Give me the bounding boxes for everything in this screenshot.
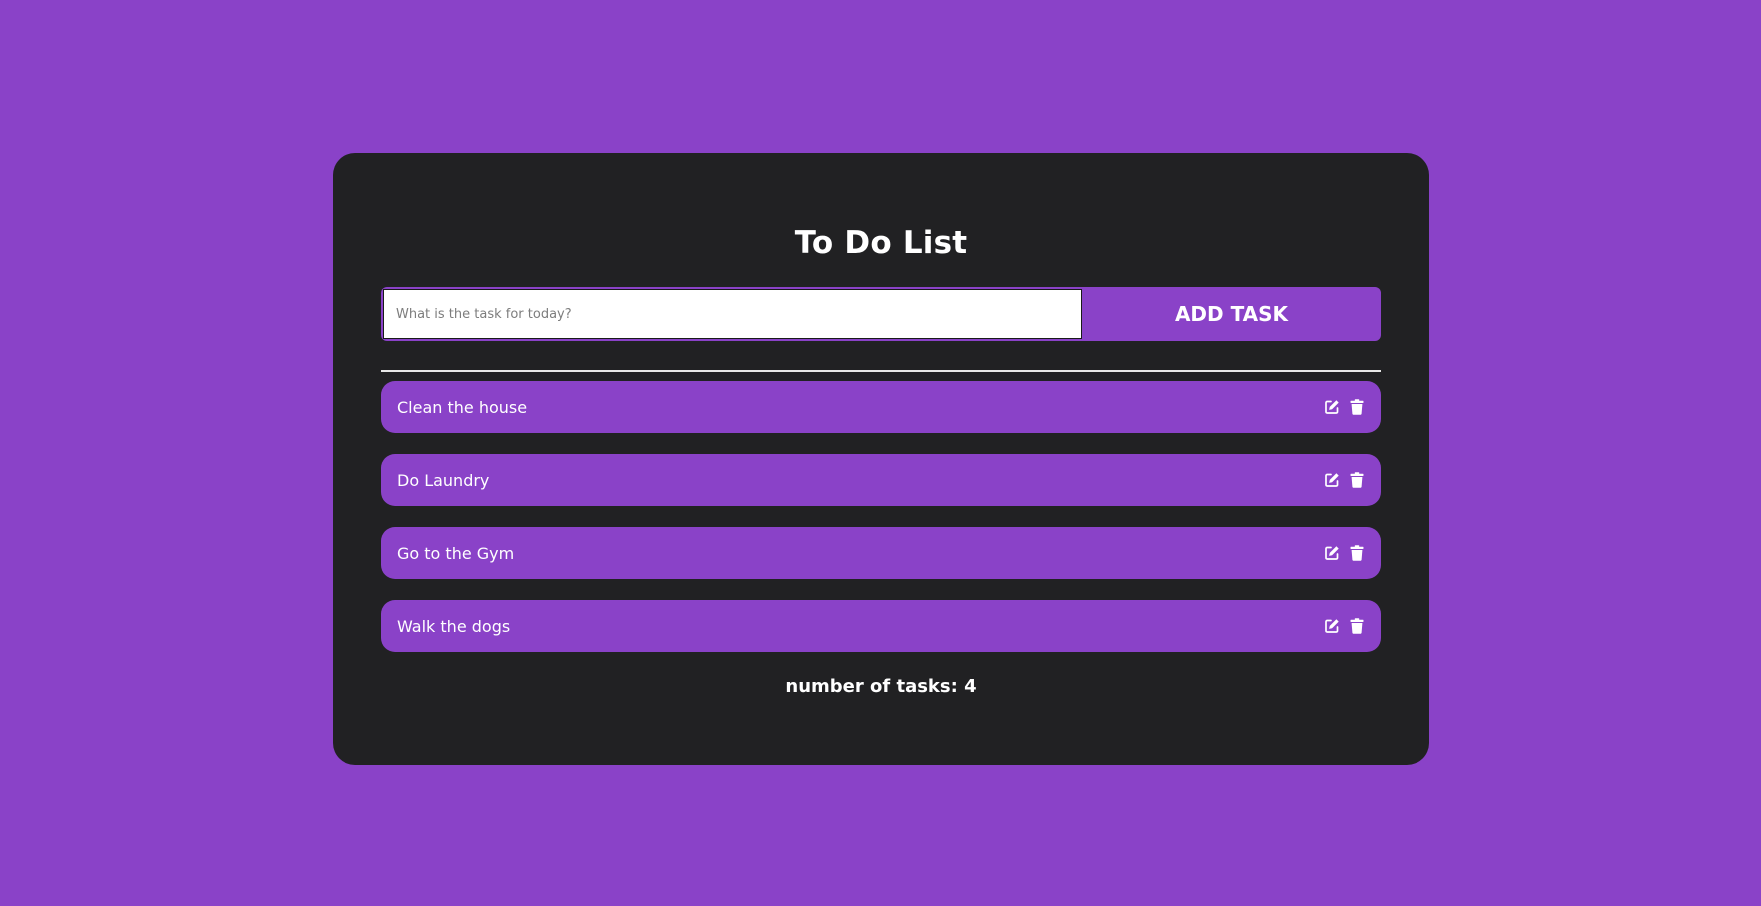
page-title: To Do List <box>794 225 968 261</box>
trash-icon[interactable] <box>1349 398 1365 416</box>
trash-icon[interactable] <box>1349 544 1365 562</box>
task-label[interactable]: Go to the Gym <box>397 544 514 563</box>
todo-card: To Do List ADD TASK Clean the house <box>333 153 1429 765</box>
task-label[interactable]: Walk the dogs <box>397 617 510 636</box>
edit-icon[interactable] <box>1324 617 1340 635</box>
add-task-button[interactable]: ADD TASK <box>1082 287 1381 341</box>
task-input[interactable] <box>383 289 1082 339</box>
trash-icon[interactable] <box>1349 471 1365 489</box>
edit-icon[interactable] <box>1324 544 1340 562</box>
task-actions <box>1324 398 1365 416</box>
divider <box>381 370 1381 372</box>
task-count: number of tasks: 4 <box>785 676 977 697</box>
add-task-form: ADD TASK <box>381 287 1381 341</box>
task-actions <box>1324 544 1365 562</box>
task-item: Walk the dogs <box>381 600 1381 652</box>
edit-icon[interactable] <box>1324 471 1340 489</box>
task-list: Clean the house Do Laundry Go to the Gym… <box>381 381 1381 673</box>
trash-icon[interactable] <box>1349 617 1365 635</box>
task-item: Go to the Gym <box>381 527 1381 579</box>
task-item: Do Laundry <box>381 454 1381 506</box>
task-item: Clean the house <box>381 381 1381 433</box>
edit-icon[interactable] <box>1324 398 1340 416</box>
task-actions <box>1324 617 1365 635</box>
task-actions <box>1324 471 1365 489</box>
task-label[interactable]: Do Laundry <box>397 471 489 490</box>
task-label[interactable]: Clean the house <box>397 398 527 417</box>
